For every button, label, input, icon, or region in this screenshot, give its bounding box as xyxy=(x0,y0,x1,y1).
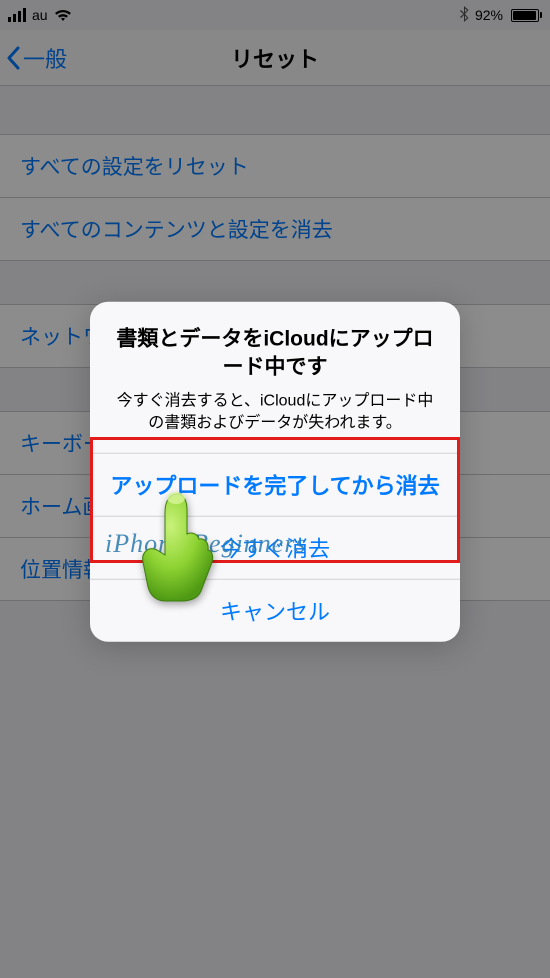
alert-title: 書類とデータをiCloudにアップロード中です xyxy=(110,326,440,383)
alert-message: 今すぐ消去すると、iCloudにアップロード中の書類およびデータが失われます。 xyxy=(110,390,440,435)
pointer-hand-icon xyxy=(135,488,215,608)
screen: au 92% 一般 リセット すべての設定をリセット すべてのコンテンツと xyxy=(0,0,550,978)
